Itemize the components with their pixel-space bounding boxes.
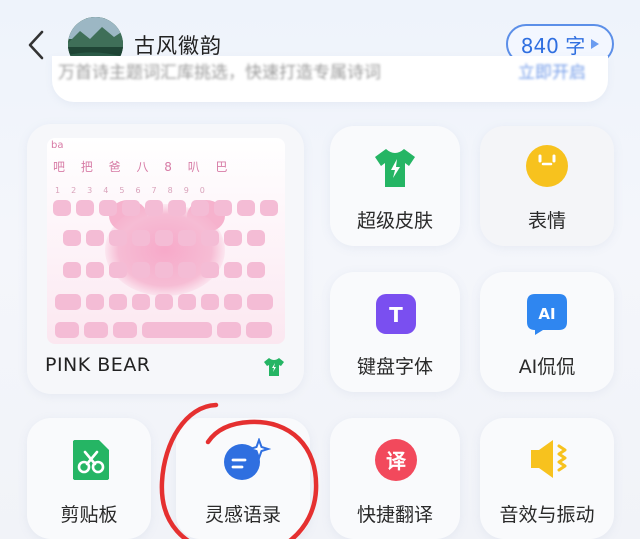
key-row	[63, 262, 265, 278]
key-row	[55, 294, 273, 310]
candidate-bar: 吧 把 爸 八 8 叭 巴	[53, 160, 234, 174]
promo-banner[interactable]: 万首诗主题词汇库挑选，快速打造专属诗词 立即开启	[52, 56, 608, 102]
ai-chat-label: AI侃侃	[518, 356, 576, 378]
emoji-label: 表情	[527, 210, 566, 232]
pinyin-input: ba	[51, 140, 64, 151]
translate-badge-text: 译	[386, 449, 407, 473]
keyboard-skin-preview: ba 吧 把 爸 八 8 叭 巴 1234567890	[47, 138, 285, 344]
font-t-icon: T	[376, 294, 416, 334]
scissors-clipboard-icon	[73, 440, 109, 480]
sound-vibration-card[interactable]: 音效与振动	[480, 418, 614, 539]
ai-chat-bubble-icon: AI	[527, 294, 567, 335]
number-row: 1234567890	[55, 186, 216, 195]
clipboard-card[interactable]: 剪贴板	[27, 418, 151, 539]
tshirt-icon	[264, 358, 284, 376]
inspiration-card[interactable]: 灵感语录	[176, 418, 310, 539]
clipboard-label: 剪贴板	[60, 504, 118, 526]
smiley-face-icon	[526, 145, 568, 187]
tshirt-icon	[375, 149, 415, 187]
keyboard-font-card[interactable]: T 键盘字体	[330, 272, 460, 392]
banner-link[interactable]: 立即开启	[518, 58, 586, 83]
speaker-vibration-icon	[531, 440, 567, 478]
bear-graphic	[105, 204, 225, 296]
font-t-glyph: T	[389, 303, 403, 327]
emoji-card[interactable]: 表情	[480, 126, 614, 246]
quick-translate-label: 快捷翻译	[356, 504, 433, 526]
sparkle-chat-icon	[224, 438, 271, 480]
skin-name: PINK BEAR	[45, 354, 151, 376]
key-row	[63, 230, 265, 246]
back-arrow-icon[interactable]	[22, 28, 52, 62]
ai-chat-card[interactable]: AI AI侃侃	[480, 272, 614, 392]
ai-badge-text: AI	[538, 305, 555, 323]
sound-vibration-label: 音效与振动	[499, 504, 595, 526]
translate-icon: 译	[375, 439, 417, 481]
quick-translate-card[interactable]: 译 快捷翻译	[330, 418, 460, 539]
play-triangle-icon	[591, 39, 600, 49]
key-row	[53, 200, 278, 216]
super-skin-card[interactable]: 超级皮肤	[330, 126, 460, 246]
char-count-label: 840 字	[520, 33, 586, 58]
keyboard-font-label: 键盘字体	[356, 356, 433, 378]
key-row	[55, 322, 272, 338]
skin-card[interactable]: ba 吧 把 爸 八 8 叭 巴 1234567890 PINK BEAR	[27, 124, 304, 394]
banner-text: 万首诗主题词汇库挑选，快速打造专属诗词	[58, 63, 381, 83]
super-skin-label: 超级皮肤	[356, 210, 433, 232]
inspiration-label: 灵感语录	[204, 504, 281, 526]
